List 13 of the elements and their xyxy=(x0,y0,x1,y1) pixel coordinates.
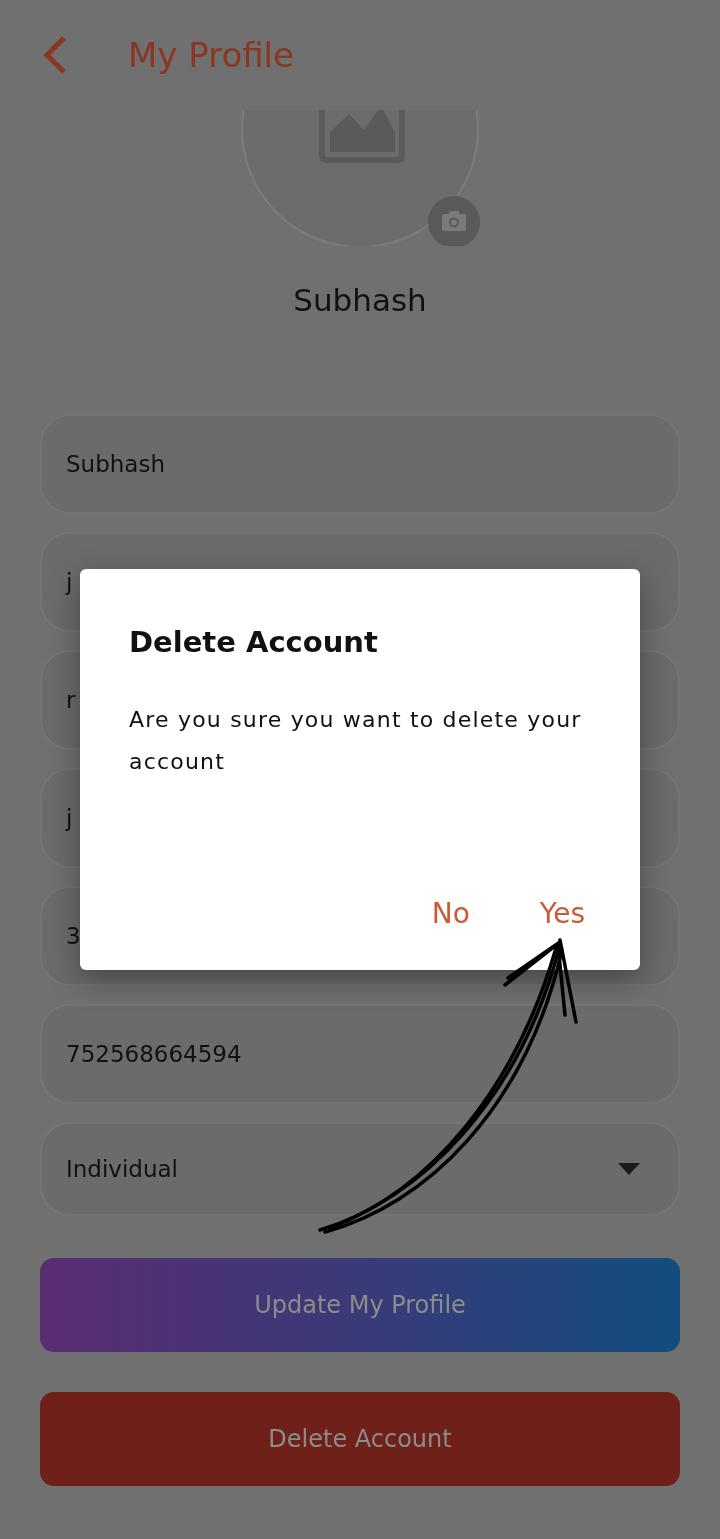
delete-account-button[interactable]: Delete Account xyxy=(40,1392,680,1486)
camera-icon[interactable] xyxy=(428,196,480,246)
dialog-action-button[interactable]: Yes xyxy=(539,897,585,930)
dialog-title: Delete Account xyxy=(129,625,379,659)
update-profile-button[interactable]: Update My Profile xyxy=(40,1258,680,1352)
input-field[interactable]: Subhash xyxy=(40,414,680,514)
input-field[interactable]: 752568664594 xyxy=(40,1004,680,1104)
dialog-action-button[interactable]: No xyxy=(431,897,470,930)
dropdown-field[interactable]: Individual xyxy=(40,1122,680,1216)
profile-name: Subhash xyxy=(292,282,428,320)
dialog-message: Are you sure you want to delete your account xyxy=(129,706,583,776)
caret-icon xyxy=(618,1163,640,1175)
page-title: My Profile xyxy=(128,35,294,75)
